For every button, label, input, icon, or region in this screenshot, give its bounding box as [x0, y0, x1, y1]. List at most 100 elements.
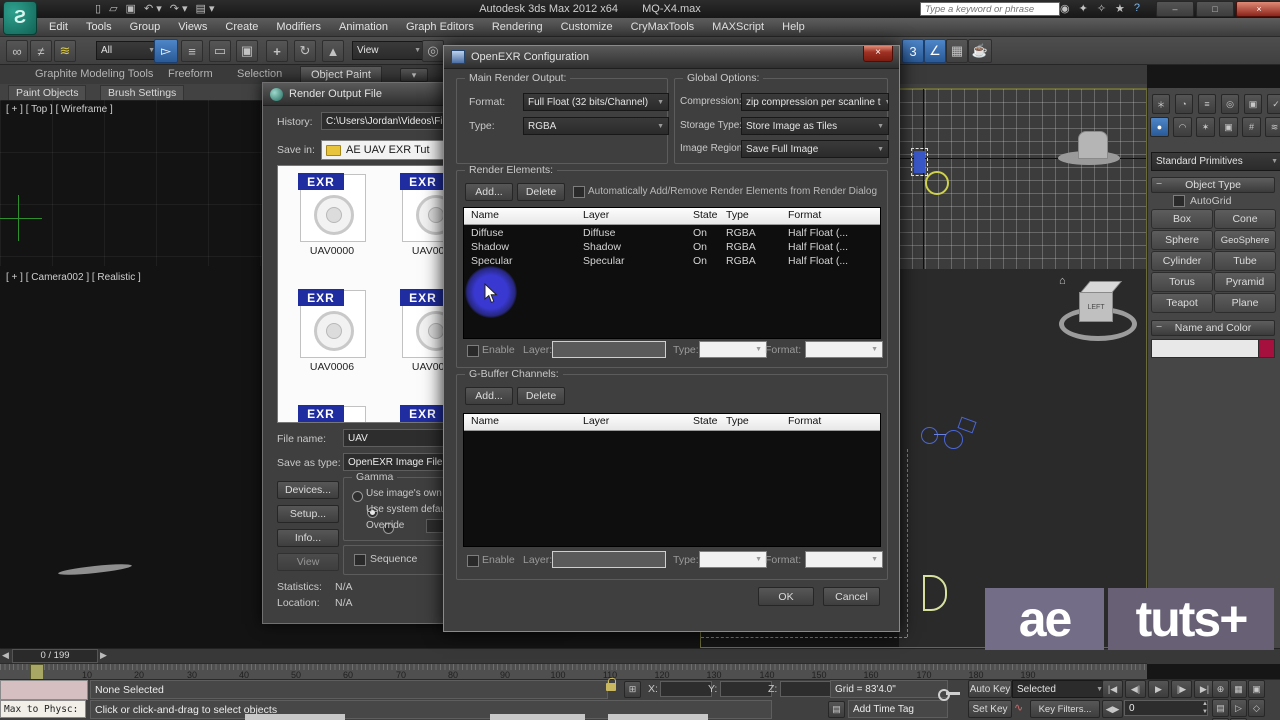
- zoom-all-icon[interactable]: ▦: [1230, 680, 1247, 698]
- element-enable-checkbox[interactable]: [467, 345, 479, 357]
- menu-graph-editors[interactable]: Graph Editors: [397, 18, 483, 36]
- view-button[interactable]: View: [277, 553, 339, 571]
- menu-create[interactable]: Create: [216, 18, 267, 36]
- zoom-icon[interactable]: ⊕: [1212, 680, 1229, 698]
- frame-back-icon[interactable]: ◀: [2, 650, 9, 661]
- snaps-toggle-icon[interactable]: 3: [902, 39, 924, 63]
- gbuffer-format-dropdown[interactable]: ▼: [805, 551, 883, 568]
- openexr-title-bar[interactable]: OpenEXR Configuration: [444, 46, 899, 69]
- open-file-icon[interactable]: ▱: [109, 2, 117, 15]
- window-crossing-icon[interactable]: ▣: [236, 40, 258, 62]
- col-format[interactable]: Format: [788, 415, 821, 427]
- create-geosphere-button[interactable]: GeoSphere: [1214, 230, 1276, 250]
- render-production-teapot-icon[interactable]: ☕: [968, 39, 992, 63]
- ribbon-minimize-icon[interactable]: ▾: [400, 68, 428, 82]
- next-frame-button[interactable]: |▶: [1171, 680, 1192, 698]
- circle-helper[interactable]: [925, 171, 949, 195]
- wireframe-object-bar[interactable]: [934, 434, 946, 435]
- current-frame-field[interactable]: 0: [1124, 700, 1208, 716]
- menu-modifiers[interactable]: Modifiers: [267, 18, 330, 36]
- menu-tools[interactable]: Tools: [77, 18, 121, 36]
- gbuffer-type-dropdown[interactable]: ▼: [699, 551, 767, 568]
- modify-tab-icon[interactable]: ◔: [1175, 94, 1193, 114]
- cancel-button[interactable]: Cancel: [823, 587, 880, 606]
- autogrid-checkbox[interactable]: [1173, 195, 1185, 207]
- object-name-field[interactable]: [1151, 339, 1259, 358]
- create-cone-button[interactable]: Cone: [1214, 209, 1276, 229]
- subtab-brush-settings[interactable]: Brush Settings: [100, 85, 185, 101]
- setup-button[interactable]: Setup...: [277, 505, 339, 523]
- subscription-icon[interactable]: ✦: [1079, 2, 1088, 15]
- close-icon[interactable]: ×: [863, 46, 893, 62]
- subtab-paint-objects[interactable]: Paint Objects: [8, 85, 87, 101]
- hierarchy-tab-icon[interactable]: ≡: [1198, 94, 1216, 114]
- file-name[interactable]: UAV0006: [297, 361, 367, 373]
- cameras-category-icon[interactable]: ▣: [1219, 117, 1238, 137]
- object-type-rollout[interactable]: − Object Type: [1151, 177, 1275, 193]
- create-teapot-button[interactable]: Teapot: [1151, 293, 1213, 313]
- close-button[interactable]: ×: [1236, 1, 1280, 17]
- max-logo[interactable]: Ƨ: [3, 1, 37, 35]
- help-icon[interactable]: ?: [1134, 2, 1140, 15]
- key-mode-dropdown[interactable]: Selected ▼: [1012, 680, 1108, 698]
- gbuffer-add-button[interactable]: Add...: [465, 387, 513, 405]
- previous-frame-button[interactable]: ◀|: [1125, 680, 1146, 698]
- ribbon-tab-graphite[interactable]: Graphite Modeling Tools: [35, 68, 153, 80]
- ok-button[interactable]: OK: [758, 587, 814, 606]
- x-field[interactable]: [660, 681, 712, 697]
- col-type[interactable]: Type: [726, 209, 749, 221]
- go-to-start-button[interactable]: |◀: [1102, 680, 1123, 698]
- key-filters-button[interactable]: Key Filters...: [1030, 700, 1100, 718]
- select-object-icon[interactable]: ▻: [154, 39, 178, 63]
- search-icon[interactable]: ◉: [1060, 2, 1070, 15]
- table-row[interactable]: Shadow Shadow On RGBA Half Float (...: [464, 240, 880, 254]
- render-elements-delete-button[interactable]: Delete: [517, 183, 565, 201]
- viewcube-home-icon[interactable]: ⌂: [1059, 275, 1066, 287]
- communication-center-icon[interactable]: ✧: [1097, 2, 1106, 15]
- select-and-link-icon[interactable]: ∞: [6, 40, 28, 62]
- menu-views[interactable]: Views: [169, 18, 216, 36]
- menu-crymaxtools[interactable]: CryMaxTools: [622, 18, 704, 36]
- gbuffer-table[interactable]: Name Layer State Type Format: [463, 413, 881, 547]
- display-tab-icon[interactable]: ▣: [1244, 94, 1262, 114]
- create-sphere-button[interactable]: Sphere: [1151, 230, 1213, 250]
- y-field[interactable]: [720, 681, 772, 697]
- selection-filter-dropdown[interactable]: All ▼: [96, 41, 160, 60]
- set-keys-key-icon[interactable]: [938, 689, 960, 701]
- undo-icon[interactable]: ↶ ▾: [144, 2, 162, 15]
- ribbon-tab-object-paint[interactable]: Object Paint: [300, 66, 382, 83]
- format-dropdown[interactable]: Full Float (32 bits/Channel) ▼: [523, 93, 669, 111]
- create-torus-button[interactable]: Torus: [1151, 272, 1213, 292]
- sequence-checkbox[interactable]: [354, 554, 366, 566]
- z-field[interactable]: [780, 681, 832, 697]
- image-region-dropdown[interactable]: Save Full Image ▼: [741, 140, 889, 158]
- selection-lock-icon[interactable]: [606, 678, 616, 691]
- scene-object-stone[interactable]: [1078, 131, 1108, 159]
- select-and-scale-icon[interactable]: ▲: [322, 40, 344, 62]
- zoom-region-icon[interactable]: ▷: [1230, 699, 1247, 717]
- devices-button[interactable]: Devices...: [277, 481, 339, 499]
- object-color-swatch[interactable]: [1258, 339, 1275, 358]
- element-type-dropdown[interactable]: ▼: [699, 341, 767, 358]
- viewport-label-top[interactable]: [ + ] [ Top ] [ Wireframe ]: [6, 104, 113, 115]
- menu-customize[interactable]: Customize: [552, 18, 622, 36]
- use-pivot-center-icon[interactable]: ◎: [422, 40, 444, 62]
- gamma-own-radio[interactable]: [352, 491, 363, 502]
- lights-category-icon[interactable]: ✶: [1196, 117, 1215, 137]
- angle-snap-icon[interactable]: ∠: [924, 39, 946, 63]
- col-format[interactable]: Format: [788, 209, 821, 221]
- utilities-tab-icon[interactable]: ✓: [1267, 94, 1280, 114]
- search-input[interactable]: [920, 2, 1060, 16]
- save-file-icon[interactable]: ▣: [126, 2, 136, 15]
- menu-maxscript[interactable]: MAXScript: [703, 18, 773, 36]
- file-name[interactable]: UAV0000: [297, 245, 367, 257]
- render-setup-icon[interactable]: ▦: [946, 39, 968, 63]
- wireframe-object-ring-a[interactable]: [921, 427, 938, 444]
- scene-object-selected[interactable]: [911, 148, 928, 176]
- rectangular-selection-region-icon[interactable]: ▭: [209, 40, 231, 62]
- zoom-extents-all-icon[interactable]: ▤: [1212, 699, 1229, 717]
- create-cylinder-button[interactable]: Cylinder: [1151, 251, 1213, 271]
- auto-add-remove-checkbox[interactable]: [573, 186, 585, 198]
- new-key-curve-icon[interactable]: ∿: [1014, 701, 1023, 714]
- time-tag-icon[interactable]: ▤: [828, 701, 845, 718]
